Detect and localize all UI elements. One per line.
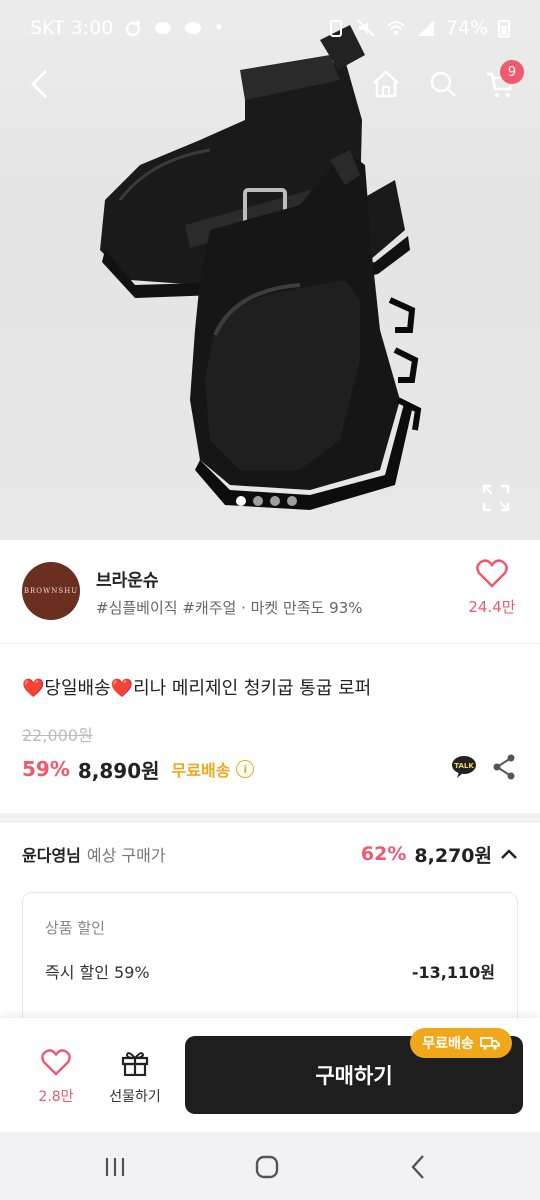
gift-icon [121, 1052, 149, 1077]
shop-row[interactable]: BROWNSHU 브라운슈 #심플베이직 #캐주얼 · 마켓 만족도 93% 2… [0, 540, 540, 644]
product-title: ❤️당일배송❤️리나 메리제인 청키굽 통굽 로퍼 [22, 678, 372, 699]
shop-name[interactable]: 브라운슈 [96, 566, 159, 591]
info-icon[interactable]: i [236, 760, 255, 778]
search-icon [430, 71, 456, 97]
battery-saver-icon [329, 20, 342, 37]
wifi-icon [387, 21, 405, 35]
expand-icon[interactable] [482, 484, 510, 512]
instant-discount-value: -13,110원 [411, 963, 495, 982]
sale-price: 8,890원 [77, 758, 160, 783]
member-price-label: 예상 구매가 [86, 846, 166, 865]
chevron-up-icon [501, 849, 517, 859]
home-nav-icon[interactable] [252, 1152, 282, 1182]
back-nav-icon[interactable] [404, 1152, 434, 1182]
like-count: 2.8만 [38, 1089, 74, 1105]
free-shipping-tag-label: 무료배송 [422, 1036, 474, 1052]
discount-detail-box: 상품 할인 즉시 할인 59% -13,110원 [22, 892, 518, 1032]
gallery-indicator [236, 496, 297, 506]
like-button[interactable]: 2.8만 [21, 1048, 91, 1106]
member-price-row[interactable]: 윤다영님 예상 구매가 62% 8,270원 [22, 838, 518, 870]
free-shipping-tag: 무료배송 [410, 1028, 512, 1058]
truck-icon [479, 1037, 500, 1050]
discount-detail-title: 상품 할인 [45, 919, 105, 937]
search-button[interactable] [421, 62, 465, 106]
member-discount-rate: 62% [360, 843, 407, 865]
shop-like-count: 24.4만 [468, 598, 516, 616]
shop-logo[interactable]: BROWNSHU [22, 562, 80, 620]
share-icon[interactable] [492, 754, 516, 780]
bottom-action-bar: 2.8만 선물하기 구매하기 무료배송 [0, 1018, 540, 1132]
chat-icon-2 [185, 22, 202, 34]
system-navigation-bar [0, 1132, 540, 1200]
member-price: 8,270원 [414, 844, 492, 867]
status-bar: SKT 3:00 • 74% [0, 0, 540, 56]
svg-text:TALK: TALK [454, 762, 474, 770]
shop-tags: #심플베이직 #캐주얼 · 마켓 만족도 93% [96, 599, 363, 617]
gift-button[interactable]: 선물하기 [100, 1048, 170, 1106]
cart-button[interactable]: 9 [478, 60, 524, 106]
section-divider [0, 813, 540, 823]
more-notifications-icon: • [213, 17, 225, 39]
heart-icon [41, 1049, 71, 1076]
gift-label: 선물하기 [109, 1089, 161, 1105]
home-button[interactable] [364, 62, 408, 106]
price-row: 59% 8,890원 무료배송 i [22, 754, 518, 784]
gallery-dot[interactable] [287, 496, 297, 506]
status-time: SKT 3:00 [30, 17, 114, 39]
mute-icon [357, 19, 375, 37]
gallery-dot[interactable] [253, 496, 263, 506]
free-shipping-label: 무료배송 [171, 761, 231, 780]
original-price: 22,000원 [22, 726, 93, 745]
battery-level: 74% [445, 17, 488, 39]
top-navigation: 9 [0, 56, 540, 112]
back-button[interactable] [18, 62, 62, 106]
discount-rate: 59% [22, 757, 70, 781]
gallery-dot[interactable] [236, 496, 246, 506]
shop-like-button[interactable]: 24.4만 [462, 558, 522, 617]
gallery-dot[interactable] [270, 496, 280, 506]
battery-icon [498, 20, 510, 38]
kakao-talk-icon[interactable]: TALK [451, 755, 477, 779]
chevron-left-icon [30, 69, 48, 99]
recent-apps-icon[interactable] [100, 1152, 130, 1182]
signal-icon [417, 20, 434, 36]
member-price-toggle[interactable]: 62% 8,270원 [361, 841, 518, 868]
cart-count-badge: 9 [500, 60, 524, 84]
instant-discount-label: 즉시 할인 59% [45, 963, 150, 982]
heart-icon [476, 559, 508, 588]
chat-icon [155, 22, 172, 34]
member-name: 윤다영님 [22, 846, 81, 865]
notification-icon [126, 21, 141, 37]
home-icon [373, 70, 399, 98]
